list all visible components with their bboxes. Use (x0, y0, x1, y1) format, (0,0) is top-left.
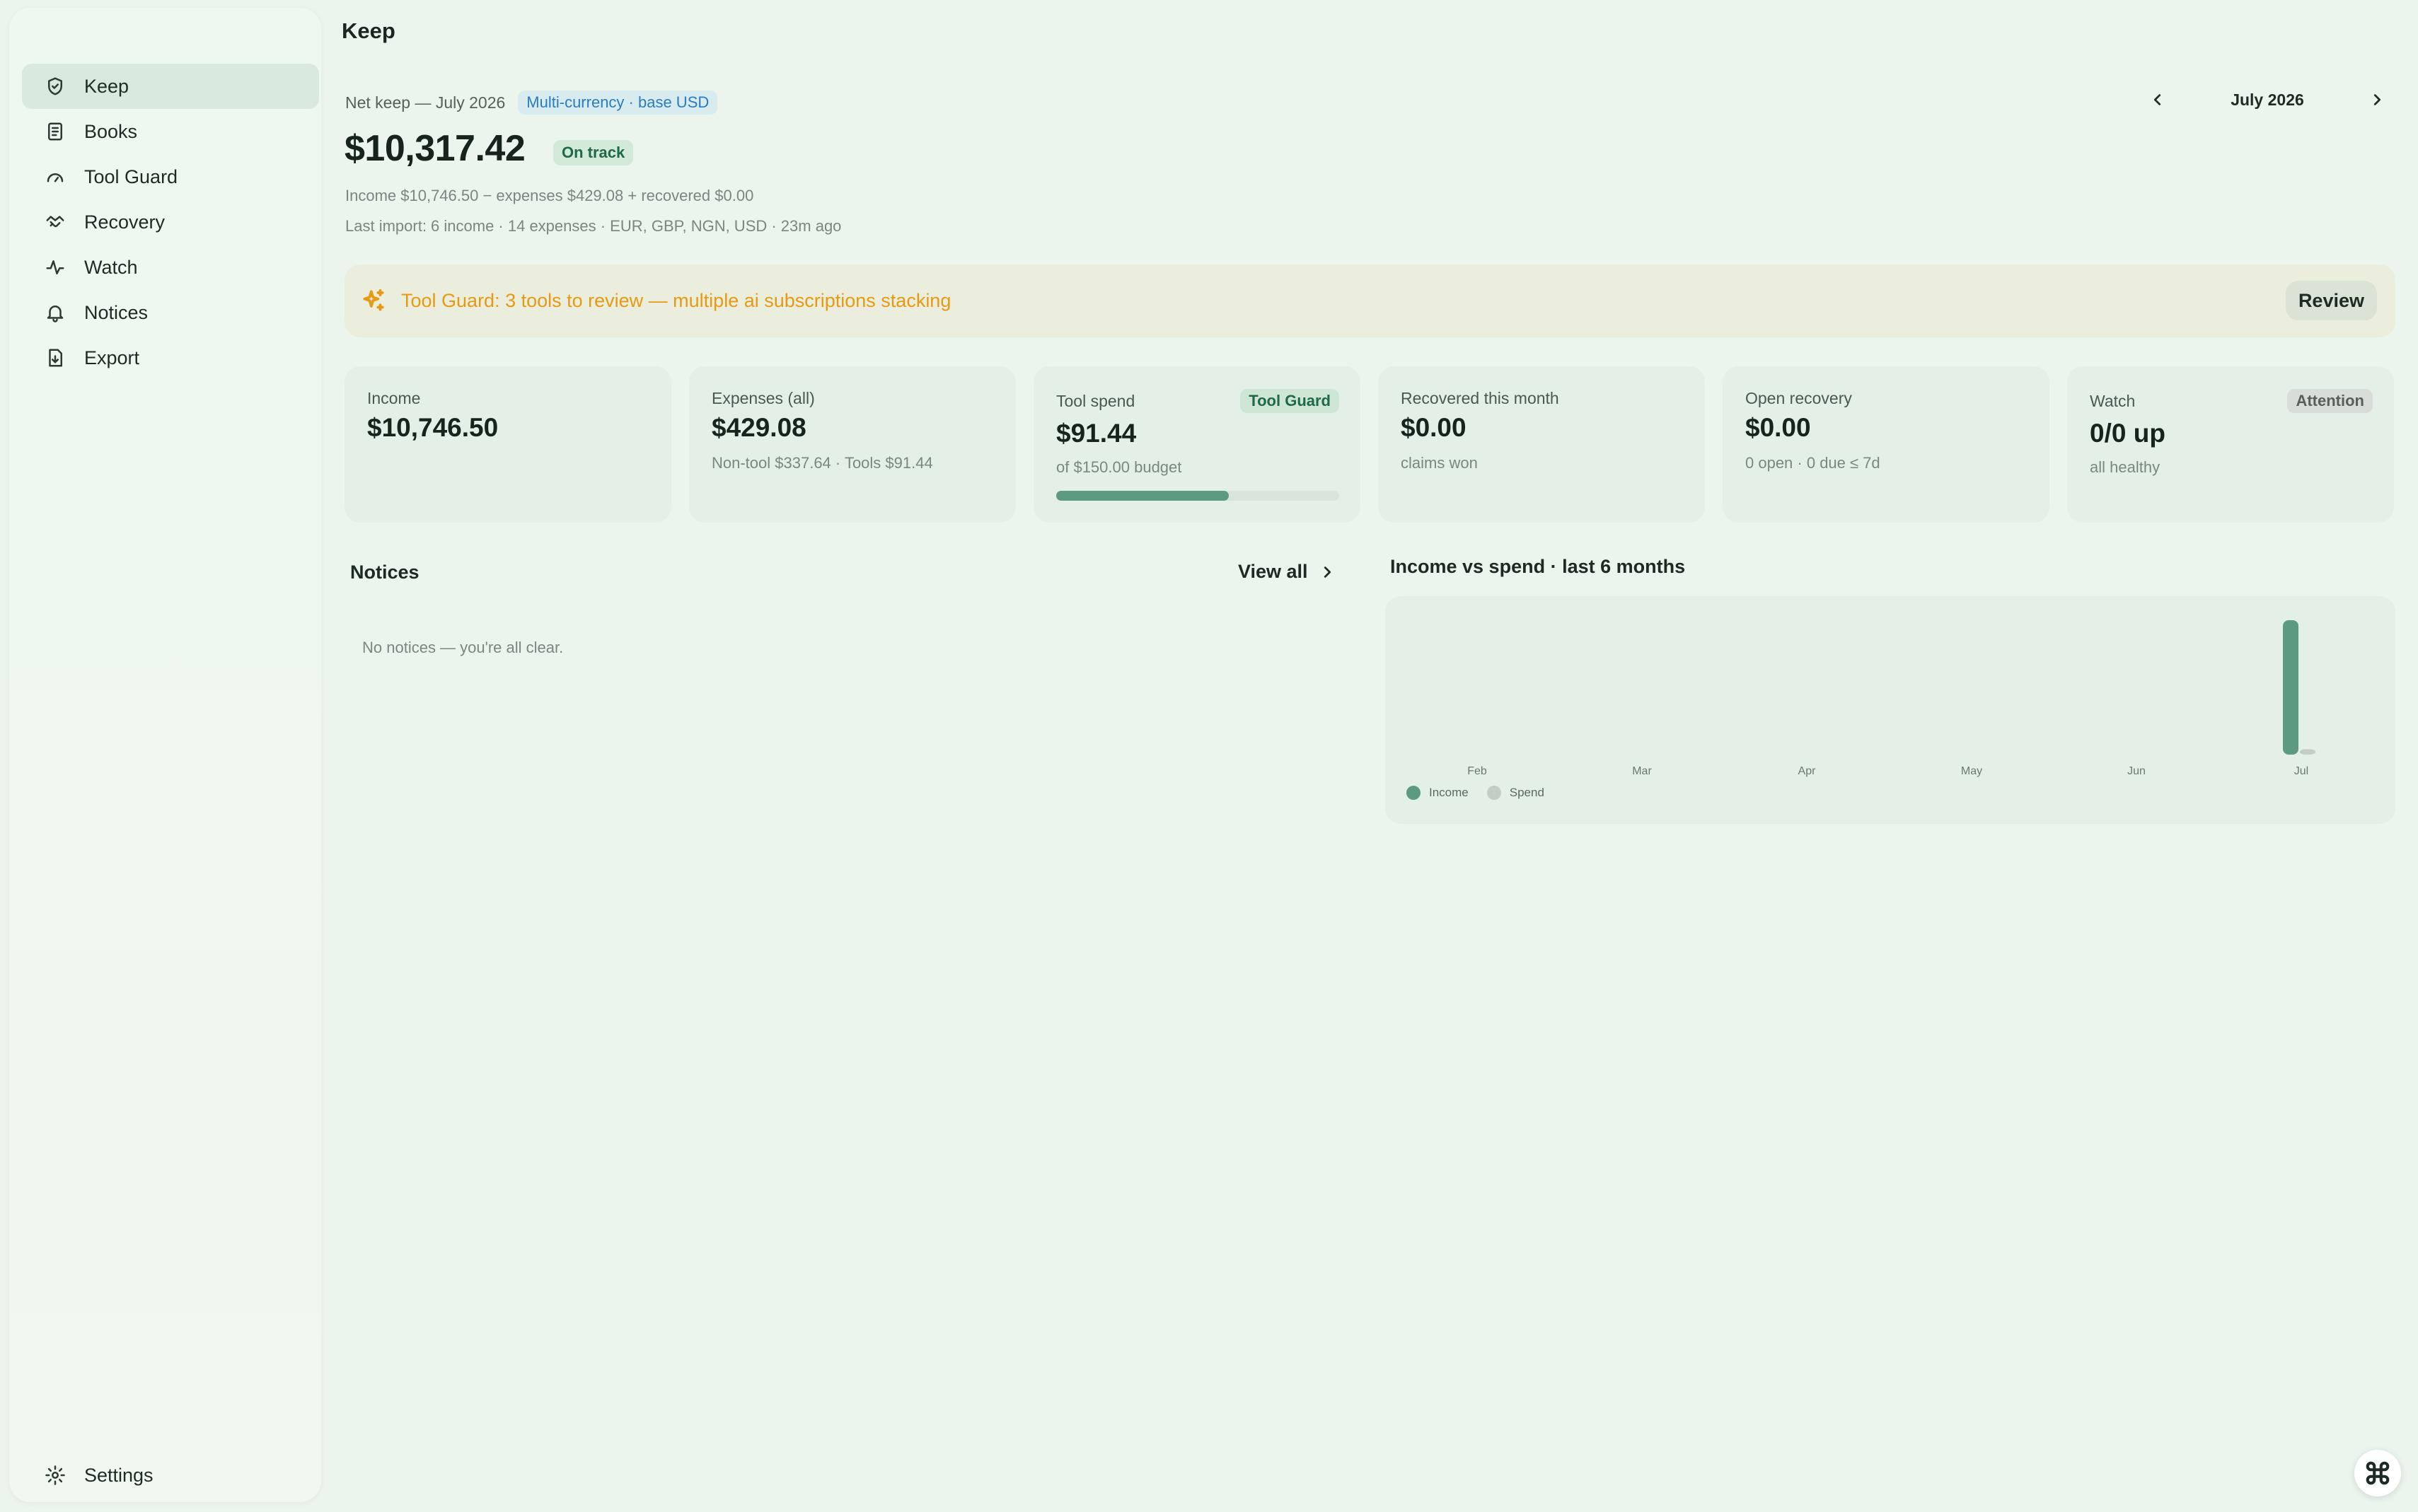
open-recovery-card: Open recovery $0.00 0 open · 0 due ≤ 7d (1723, 366, 2049, 523)
legend-label: Income (1429, 786, 1469, 799)
card-label: Expenses (all) (712, 389, 815, 407)
card-value: $429.08 (712, 413, 806, 442)
card-value: $0.00 (1745, 413, 1811, 442)
activity-icon (43, 255, 67, 279)
sidebar-item-label: Tool Guard (84, 165, 178, 187)
bell-icon (43, 301, 67, 325)
expenses-card: Expenses (all) $429.08 Non-tool $337.64 … (689, 366, 1016, 523)
chevron-right-icon[interactable] (2363, 86, 2391, 114)
sidebar-item-export[interactable]: Export (22, 335, 319, 380)
x-tick-label: Jun (2127, 765, 2146, 777)
chevron-right-icon (1324, 566, 1331, 578)
x-tick-label: Mar (1632, 765, 1652, 777)
tool-guard-alert: Tool Guard: 3 tools to review — multiple… (345, 264, 2395, 337)
sidebar-item-tool-guard[interactable]: Tool Guard (22, 154, 319, 199)
shield-check-icon (43, 74, 67, 98)
income-spend-chart: Feb Mar Apr May Jun Jul Income Spend (1385, 596, 2395, 824)
net-keep-amount: $10,317.42 (345, 128, 526, 169)
net-keep-breakdown: Income $10,746.50 − expenses $429.08 + r… (345, 187, 754, 204)
legend-label: Spend (1509, 786, 1544, 799)
view-all-link[interactable]: View all (1238, 561, 1335, 583)
legend-item-spend: Spend (1486, 786, 1544, 800)
card-value: $10,746.50 (367, 413, 499, 442)
sidebar-item-label: Keep (84, 75, 129, 97)
sidebar-item-label: Watch (84, 256, 138, 278)
card-sub: Non-tool $337.64 · Tools $91.44 (712, 454, 933, 472)
chevron-left-icon[interactable] (2144, 86, 2172, 114)
sidebar-nav: Keep Books Tool Guard Recovery Watch Not… (22, 64, 319, 380)
sidebar-item-books[interactable]: Books (22, 109, 319, 154)
card-value: $91.44 (1056, 419, 1137, 448)
x-tick-label: Apr (1798, 765, 1817, 777)
view-all-label: View all (1238, 561, 1308, 582)
card-label: Income (367, 389, 421, 407)
tool-guard-badge: Tool Guard (1240, 389, 1339, 413)
recovered-card: Recovered this month $0.00 claims won (1378, 366, 1705, 523)
chart-title: Income vs spend · last 6 months (1390, 556, 1686, 577)
bar-income-jul (2283, 620, 2298, 755)
command-icon (2366, 1461, 2390, 1485)
card-label: Tool spend (1056, 392, 1135, 410)
card-label: Recovered this month (1401, 389, 1559, 407)
attention-badge: Attention (2287, 389, 2373, 413)
sidebar-item-label: Notices (84, 301, 149, 323)
month-navigator: July 2026 (2144, 85, 2391, 115)
review-button[interactable]: Review (2285, 281, 2377, 320)
card-sub: of $150.00 budget (1056, 458, 1182, 476)
bar-spend-jul (2300, 749, 2315, 755)
legend-item-income: Income (1406, 786, 1469, 800)
book-icon (43, 120, 67, 144)
sidebar-item-keep[interactable]: Keep (22, 64, 319, 109)
card-sub: claims won (1401, 454, 1478, 472)
settings-label: Settings (84, 1464, 154, 1486)
sidebar-item-watch[interactable]: Watch (22, 245, 319, 290)
month-label: July 2026 (2231, 90, 2304, 109)
sidebar-item-label: Books (84, 120, 138, 142)
budget-progress-fill (1056, 491, 1229, 501)
notices-title: Notices (350, 562, 420, 583)
page-title: Keep (342, 18, 395, 43)
command-button[interactable] (2354, 1450, 2401, 1496)
gauge-icon (43, 165, 67, 189)
legend-swatch (1406, 786, 1421, 800)
income-card: Income $10,746.50 (345, 366, 671, 523)
card-value: $0.00 (1401, 413, 1467, 442)
gear-icon (43, 1463, 67, 1487)
file-export-icon (43, 346, 67, 370)
x-tick-label: Feb (1467, 765, 1487, 777)
sparkles-icon (360, 287, 388, 315)
sidebar-item-notices[interactable]: Notices (22, 290, 319, 335)
sidebar-item-recovery[interactable]: Recovery (22, 199, 319, 245)
watch-card: Watch Attention 0/0 up all healthy (2067, 366, 2394, 523)
card-label: Watch (2090, 392, 2136, 410)
sidebar-item-settings[interactable]: Settings (43, 1453, 154, 1498)
legend-swatch (1486, 786, 1501, 800)
sidebar-item-label: Recovery (84, 211, 166, 233)
card-sub: 0 open · 0 due ≤ 7d (1745, 454, 1880, 472)
x-tick-label: May (1961, 765, 1982, 777)
card-value: 0/0 up (2090, 419, 2165, 448)
sidebar-item-label: Export (84, 347, 140, 368)
tool-spend-card: Tool spend Tool Guard $91.44 of $150.00 … (1034, 366, 1360, 523)
budget-progress-bar (1056, 491, 1339, 501)
currency-badge: Multi-currency · base USD (518, 91, 718, 115)
last-import-info: Last import: 6 income · 14 expenses · EU… (345, 217, 842, 235)
net-keep-header: Net keep — July 2026 Multi-currency · ba… (345, 91, 718, 115)
chart-legend: Income Spend (1406, 786, 1563, 800)
card-label: Open recovery (1745, 389, 1852, 407)
handshake-icon (43, 210, 67, 234)
status-badge: On track (553, 140, 634, 165)
sidebar: Keep Books Tool Guard Recovery Watch Not… (9, 8, 321, 1502)
x-tick-label: Jul (2294, 765, 2308, 777)
notices-empty-state: No notices — you're all clear. (362, 639, 564, 656)
alert-text: Tool Guard: 3 tools to review — multiple… (401, 290, 951, 311)
net-keep-label: Net keep — July 2026 (345, 93, 506, 112)
card-sub: all healthy (2090, 458, 2160, 476)
